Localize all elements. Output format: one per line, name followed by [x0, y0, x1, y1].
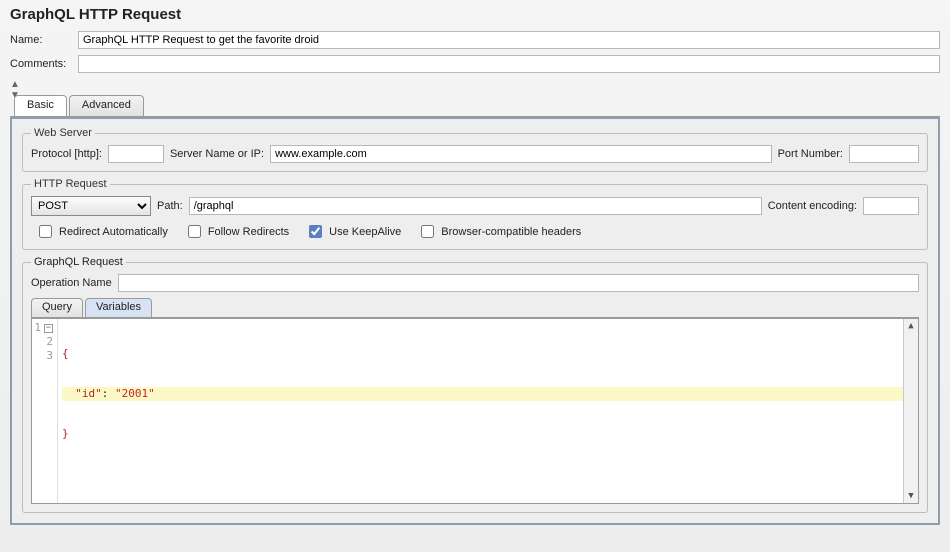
checkbox-keepalive[interactable] — [309, 225, 322, 238]
checkbox-browser-headers[interactable] — [421, 225, 434, 238]
label-keepalive: Use KeepAlive — [329, 226, 401, 238]
basic-panel: Web Server Protocol [http]: Server Name … — [10, 117, 940, 525]
web-server-group: Web Server Protocol [http]: Server Name … — [22, 127, 928, 172]
checkbox-redirect-auto[interactable] — [39, 225, 52, 238]
port-input[interactable] — [849, 145, 919, 163]
gutter-line: 1 — [34, 321, 41, 334]
operation-name-label: Operation Name — [31, 277, 112, 289]
chevron-up-icon: ▲ — [10, 82, 20, 88]
comments-label: Comments: — [10, 58, 78, 70]
graphql-tabbar: Query Variables — [31, 298, 919, 318]
editor-scrollbar[interactable]: ▲ ▼ — [903, 319, 918, 503]
check-redirect-auto[interactable]: Redirect Automatically — [35, 222, 168, 241]
operation-name-input[interactable] — [118, 274, 919, 292]
http-request-legend: HTTP Request — [31, 178, 110, 190]
page-title: GraphQL HTTP Request — [10, 6, 940, 23]
encoding-input[interactable] — [863, 197, 919, 215]
gutter-line: 3 — [46, 349, 53, 362]
server-label: Server Name or IP: — [170, 148, 264, 160]
scroll-down-icon[interactable]: ▼ — [908, 489, 913, 503]
fold-icon[interactable]: − — [44, 324, 53, 333]
gutter-line: 2 — [46, 335, 53, 348]
name-label: Name: — [10, 34, 78, 46]
label-redirect-auto: Redirect Automatically — [59, 226, 168, 238]
protocol-input[interactable] — [108, 145, 164, 163]
protocol-label: Protocol [http]: — [31, 148, 102, 160]
code-token: { — [62, 347, 69, 360]
code-token: "2001" — [115, 387, 155, 400]
check-follow-redirects[interactable]: Follow Redirects — [184, 222, 289, 241]
path-input[interactable] — [189, 197, 762, 215]
graphql-request-legend: GraphQL Request — [31, 256, 126, 268]
label-follow-redirects: Follow Redirects — [208, 226, 289, 238]
port-label: Port Number: — [778, 148, 843, 160]
http-checks-row: Redirect Automatically Follow Redirects … — [31, 222, 919, 241]
tab-advanced[interactable]: Advanced — [69, 95, 144, 116]
code-token: : — [102, 387, 115, 400]
label-browser-headers: Browser-compatible headers — [441, 226, 581, 238]
main-tabbar: Basic Advanced — [10, 95, 940, 117]
editor-code[interactable]: { "id": "2001" } — [58, 319, 903, 503]
http-method-select[interactable]: POST — [31, 196, 151, 216]
tab-query[interactable]: Query — [31, 298, 83, 317]
path-label: Path: — [157, 200, 183, 212]
code-token: "id" — [75, 387, 102, 400]
server-input[interactable] — [270, 145, 772, 163]
checkbox-follow-redirects[interactable] — [188, 225, 201, 238]
encoding-label: Content encoding: — [768, 200, 857, 212]
web-server-legend: Web Server — [31, 127, 95, 139]
comments-input[interactable] — [78, 55, 940, 73]
check-keepalive[interactable]: Use KeepAlive — [305, 222, 401, 241]
tab-variables[interactable]: Variables — [85, 298, 152, 317]
check-browser-headers[interactable]: Browser-compatible headers — [417, 222, 581, 241]
http-request-group: HTTP Request POST Path: Content encoding… — [22, 178, 928, 250]
name-row: Name: — [10, 31, 940, 49]
editor-gutter: 1− 2 3 — [32, 319, 58, 503]
variables-editor[interactable]: 1− 2 3 { "id": "2001" } ▲ ▼ — [31, 318, 919, 504]
name-input[interactable] — [78, 31, 940, 49]
window-root: GraphQL HTTP Request Name: Comments: ▲ ▼… — [0, 0, 950, 552]
scroll-up-icon[interactable]: ▲ — [908, 319, 913, 333]
fold-toggle[interactable]: ▲ ▼ — [10, 79, 940, 93]
graphql-request-group: GraphQL Request Operation Name Query Var… — [22, 256, 928, 513]
code-token: } — [62, 427, 69, 440]
comments-row: Comments: — [10, 55, 940, 73]
tab-basic[interactable]: Basic — [14, 95, 67, 116]
